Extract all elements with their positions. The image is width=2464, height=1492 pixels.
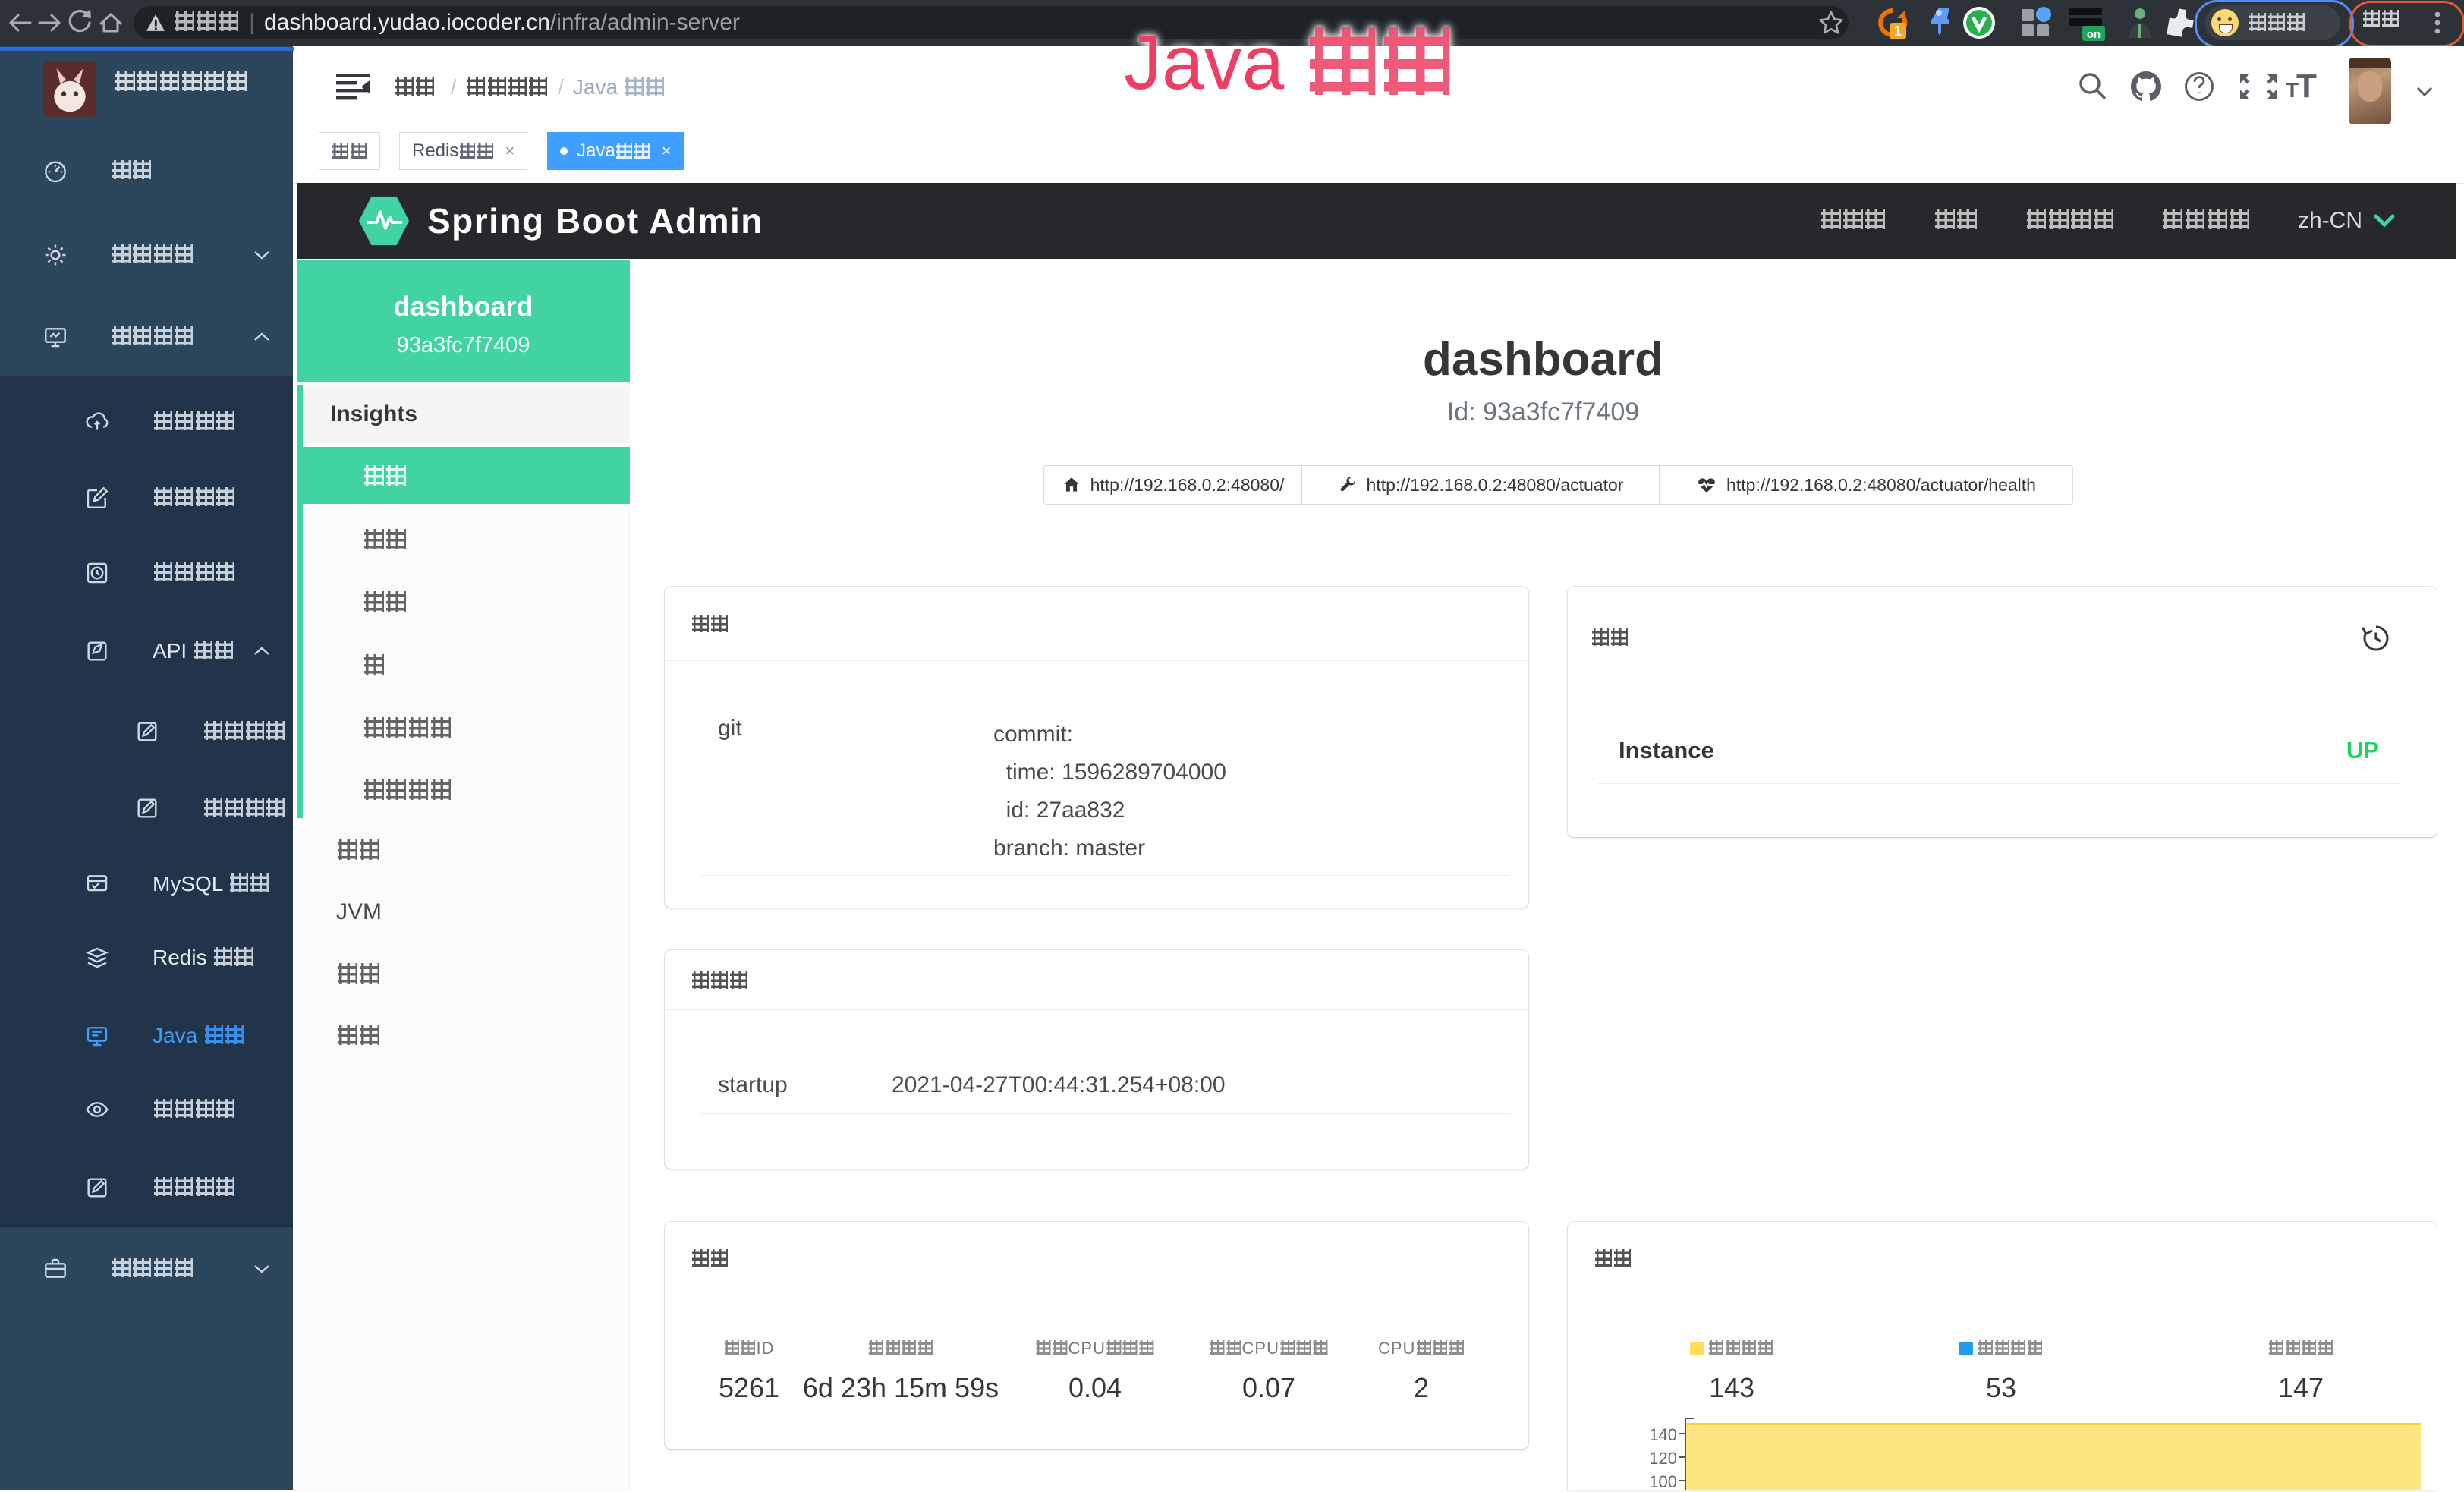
svg-text:T: T: [2296, 68, 2317, 105]
svg-text:on: on: [2087, 28, 2101, 41]
svg-text:1: 1: [1894, 24, 1902, 39]
svg-text:T: T: [2286, 78, 2299, 102]
